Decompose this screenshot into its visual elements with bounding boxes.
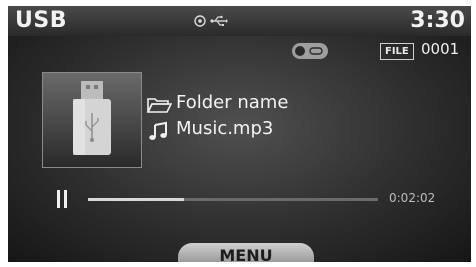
folder-name: Folder name <box>176 92 289 113</box>
head-unit-screen: USB 3:30 FILE 0001 Folder name Music.mp3… <box>8 6 471 262</box>
progress-bar[interactable] <box>88 198 378 201</box>
file-label: FILE <box>380 43 414 60</box>
file-name: Music.mp3 <box>176 118 274 139</box>
folder-icon <box>146 98 172 113</box>
usb-stick-icon <box>73 81 111 155</box>
elapsed-time: 0:02:02 <box>389 191 436 205</box>
album-art <box>42 72 142 168</box>
repeat-mode-icon[interactable] <box>292 43 328 59</box>
music-note-icon <box>149 121 167 140</box>
disc-indicator-icon <box>194 15 206 27</box>
now-playing-panel: FILE 0001 Folder name Music.mp3 0:02:02 … <box>8 36 471 262</box>
clock: 3:30 <box>410 8 465 33</box>
pause-icon[interactable] <box>57 190 68 208</box>
file-number: 0001 <box>421 40 460 58</box>
status-bar: USB 3:30 <box>8 6 471 36</box>
source-label: USB <box>15 8 67 33</box>
menu-button[interactable]: MENU <box>178 243 314 262</box>
progress-fill <box>88 198 184 201</box>
usb-icon <box>210 15 228 26</box>
